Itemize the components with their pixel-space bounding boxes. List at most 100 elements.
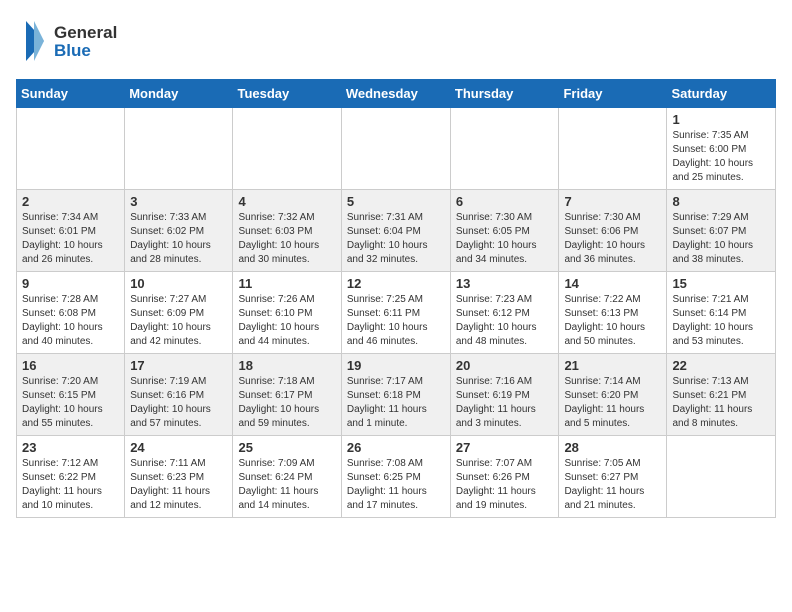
calendar-cell: 5 Sunrise: 7:31 AM Sunset: 6:04 PM Daylig… — [341, 190, 450, 272]
weekday-header-sunday: Sunday — [17, 80, 125, 108]
day-info: Sunrise: 7:27 AM Sunset: 6:09 PM Dayligh… — [130, 293, 227, 349]
day-number: 2 — [22, 194, 119, 209]
day-number: 7 — [564, 194, 661, 209]
calendar-cell: 17 Sunrise: 7:19 AM Sunset: 6:16 PM Dayli… — [125, 354, 233, 436]
calendar-cell: 18 Sunrise: 7:18 AM Sunset: 6:17 PM Dayli… — [233, 354, 341, 436]
day-number: 16 — [22, 358, 119, 373]
day-info: Sunrise: 7:26 AM Sunset: 6:10 PM Dayligh… — [238, 293, 335, 349]
day-number: 26 — [347, 440, 445, 455]
calendar-cell: 21 Sunrise: 7:14 AM Sunset: 6:20 PM Dayli… — [559, 354, 667, 436]
day-info: Sunrise: 7:32 AM Sunset: 6:03 PM Dayligh… — [238, 211, 335, 267]
day-number: 17 — [130, 358, 227, 373]
day-number: 27 — [456, 440, 554, 455]
logo-text: General Blue — [16, 16, 146, 71]
calendar-cell: 3 Sunrise: 7:33 AM Sunset: 6:02 PM Daylig… — [125, 190, 233, 272]
day-info: Sunrise: 7:34 AM Sunset: 6:01 PM Dayligh… — [22, 211, 119, 267]
day-info: Sunrise: 7:31 AM Sunset: 6:04 PM Dayligh… — [347, 211, 445, 267]
day-info: Sunrise: 7:07 AM Sunset: 6:26 PM Dayligh… — [456, 457, 554, 513]
calendar-week-3: 9Sunrise: 7:28 AM Sunset: 6:08 PM Daylig… — [17, 272, 776, 354]
calendar-cell — [450, 108, 559, 190]
day-info: Sunrise: 7:35 AM Sunset: 6:00 PM Dayligh… — [672, 129, 770, 185]
day-number: 3 — [130, 194, 227, 209]
calendar-cell: 19 Sunrise: 7:17 AM Sunset: 6:18 PM Dayli… — [341, 354, 450, 436]
page-container: General Blue SundayMondayTuesdayWednesda… — [0, 0, 792, 526]
day-number: 19 — [347, 358, 445, 373]
calendar-cell: 27 Sunrise: 7:07 AM Sunset: 6:26 PM Dayli… — [450, 436, 559, 518]
svg-text:Blue: Blue — [54, 41, 91, 60]
calendar-cell: 26 Sunrise: 7:08 AM Sunset: 6:25 PM Dayli… — [341, 436, 450, 518]
day-number: 11 — [238, 276, 335, 291]
calendar-cell — [559, 108, 667, 190]
day-info: Sunrise: 7:08 AM Sunset: 6:25 PM Dayligh… — [347, 457, 445, 513]
day-info: Sunrise: 7:25 AM Sunset: 6:11 PM Dayligh… — [347, 293, 445, 349]
day-number: 28 — [564, 440, 661, 455]
weekday-header-saturday: Saturday — [667, 80, 776, 108]
calendar-header-row: SundayMondayTuesdayWednesdayThursdayFrid… — [17, 80, 776, 108]
calendar-cell: 8 Sunrise: 7:29 AM Sunset: 6:07 PM Daylig… — [667, 190, 776, 272]
day-info: Sunrise: 7:11 AM Sunset: 6:23 PM Dayligh… — [130, 457, 227, 513]
day-number: 23 — [22, 440, 119, 455]
day-info: Sunrise: 7:12 AM Sunset: 6:22 PM Dayligh… — [22, 457, 119, 513]
weekday-header-friday: Friday — [559, 80, 667, 108]
calendar-cell: 2 Sunrise: 7:34 AM Sunset: 6:01 PM Daylig… — [17, 190, 125, 272]
calendar-cell: 7 Sunrise: 7:30 AM Sunset: 6:06 PM Daylig… — [559, 190, 667, 272]
day-info: Sunrise: 7:13 AM Sunset: 6:21 PM Dayligh… — [672, 375, 770, 431]
weekday-header-thursday: Thursday — [450, 80, 559, 108]
day-info: Sunrise: 7:17 AM Sunset: 6:18 PM Dayligh… — [347, 375, 445, 431]
day-number: 21 — [564, 358, 661, 373]
calendar-week-4: 16 Sunrise: 7:20 AM Sunset: 6:15 PM Dayli… — [17, 354, 776, 436]
calendar-cell: 25Sunrise: 7:09 AM Sunset: 6:24 PM Dayli… — [233, 436, 341, 518]
day-number: 9 — [22, 276, 119, 291]
calendar-week-2: 2 Sunrise: 7:34 AM Sunset: 6:01 PM Daylig… — [17, 190, 776, 272]
calendar-cell: 22 Sunrise: 7:13 AM Sunset: 6:21 PM Dayli… — [667, 354, 776, 436]
calendar-week-1: 1Sunrise: 7:35 AM Sunset: 6:00 PM Daylig… — [17, 108, 776, 190]
calendar-week-5: 23 Sunrise: 7:12 AM Sunset: 6:22 PM Dayli… — [17, 436, 776, 518]
calendar-cell: 20 Sunrise: 7:16 AM Sunset: 6:19 PM Dayli… — [450, 354, 559, 436]
day-number: 13 — [456, 276, 554, 291]
calendar-cell: 6 Sunrise: 7:30 AM Sunset: 6:05 PM Daylig… — [450, 190, 559, 272]
weekday-header-wednesday: Wednesday — [341, 80, 450, 108]
day-number: 5 — [347, 194, 445, 209]
day-info: Sunrise: 7:18 AM Sunset: 6:17 PM Dayligh… — [238, 375, 335, 431]
day-number: 4 — [238, 194, 335, 209]
day-number: 14 — [564, 276, 661, 291]
calendar-cell: 10Sunrise: 7:27 AM Sunset: 6:09 PM Dayli… — [125, 272, 233, 354]
day-number: 20 — [456, 358, 554, 373]
day-number: 18 — [238, 358, 335, 373]
day-info: Sunrise: 7:23 AM Sunset: 6:12 PM Dayligh… — [456, 293, 554, 349]
svg-text:General: General — [54, 23, 117, 42]
day-number: 12 — [347, 276, 445, 291]
calendar-cell: 14 Sunrise: 7:22 AM Sunset: 6:13 PM Dayli… — [559, 272, 667, 354]
calendar-cell: 23 Sunrise: 7:12 AM Sunset: 6:22 PM Dayli… — [17, 436, 125, 518]
day-number: 8 — [672, 194, 770, 209]
day-info: Sunrise: 7:16 AM Sunset: 6:19 PM Dayligh… — [456, 375, 554, 431]
calendar-table: SundayMondayTuesdayWednesdayThursdayFrid… — [16, 79, 776, 518]
calendar-cell — [233, 108, 341, 190]
calendar-cell: 4 Sunrise: 7:32 AM Sunset: 6:03 PM Daylig… — [233, 190, 341, 272]
day-info: Sunrise: 7:29 AM Sunset: 6:07 PM Dayligh… — [672, 211, 770, 267]
calendar-cell — [17, 108, 125, 190]
day-info: Sunrise: 7:19 AM Sunset: 6:16 PM Dayligh… — [130, 375, 227, 431]
day-number: 6 — [456, 194, 554, 209]
weekday-header-monday: Monday — [125, 80, 233, 108]
day-number: 25 — [238, 440, 335, 455]
calendar-cell: 28 Sunrise: 7:05 AM Sunset: 6:27 PM Dayli… — [559, 436, 667, 518]
day-info: Sunrise: 7:20 AM Sunset: 6:15 PM Dayligh… — [22, 375, 119, 431]
day-number: 15 — [672, 276, 770, 291]
day-info: Sunrise: 7:30 AM Sunset: 6:05 PM Dayligh… — [456, 211, 554, 267]
day-info: Sunrise: 7:14 AM Sunset: 6:20 PM Dayligh… — [564, 375, 661, 431]
day-info: Sunrise: 7:33 AM Sunset: 6:02 PM Dayligh… — [130, 211, 227, 267]
logo: General Blue — [16, 16, 146, 71]
day-number: 24 — [130, 440, 227, 455]
weekday-header-tuesday: Tuesday — [233, 80, 341, 108]
calendar-cell: 12 Sunrise: 7:25 AM Sunset: 6:11 PM Dayli… — [341, 272, 450, 354]
day-info: Sunrise: 7:30 AM Sunset: 6:06 PM Dayligh… — [564, 211, 661, 267]
calendar-cell: 15Sunrise: 7:21 AM Sunset: 6:14 PM Dayli… — [667, 272, 776, 354]
day-info: Sunrise: 7:05 AM Sunset: 6:27 PM Dayligh… — [564, 457, 661, 513]
calendar-cell: 24 Sunrise: 7:11 AM Sunset: 6:23 PM Dayli… — [125, 436, 233, 518]
calendar-cell: 1Sunrise: 7:35 AM Sunset: 6:00 PM Daylig… — [667, 108, 776, 190]
day-number: 22 — [672, 358, 770, 373]
calendar-cell — [125, 108, 233, 190]
day-info: Sunrise: 7:22 AM Sunset: 6:13 PM Dayligh… — [564, 293, 661, 349]
calendar-cell — [667, 436, 776, 518]
